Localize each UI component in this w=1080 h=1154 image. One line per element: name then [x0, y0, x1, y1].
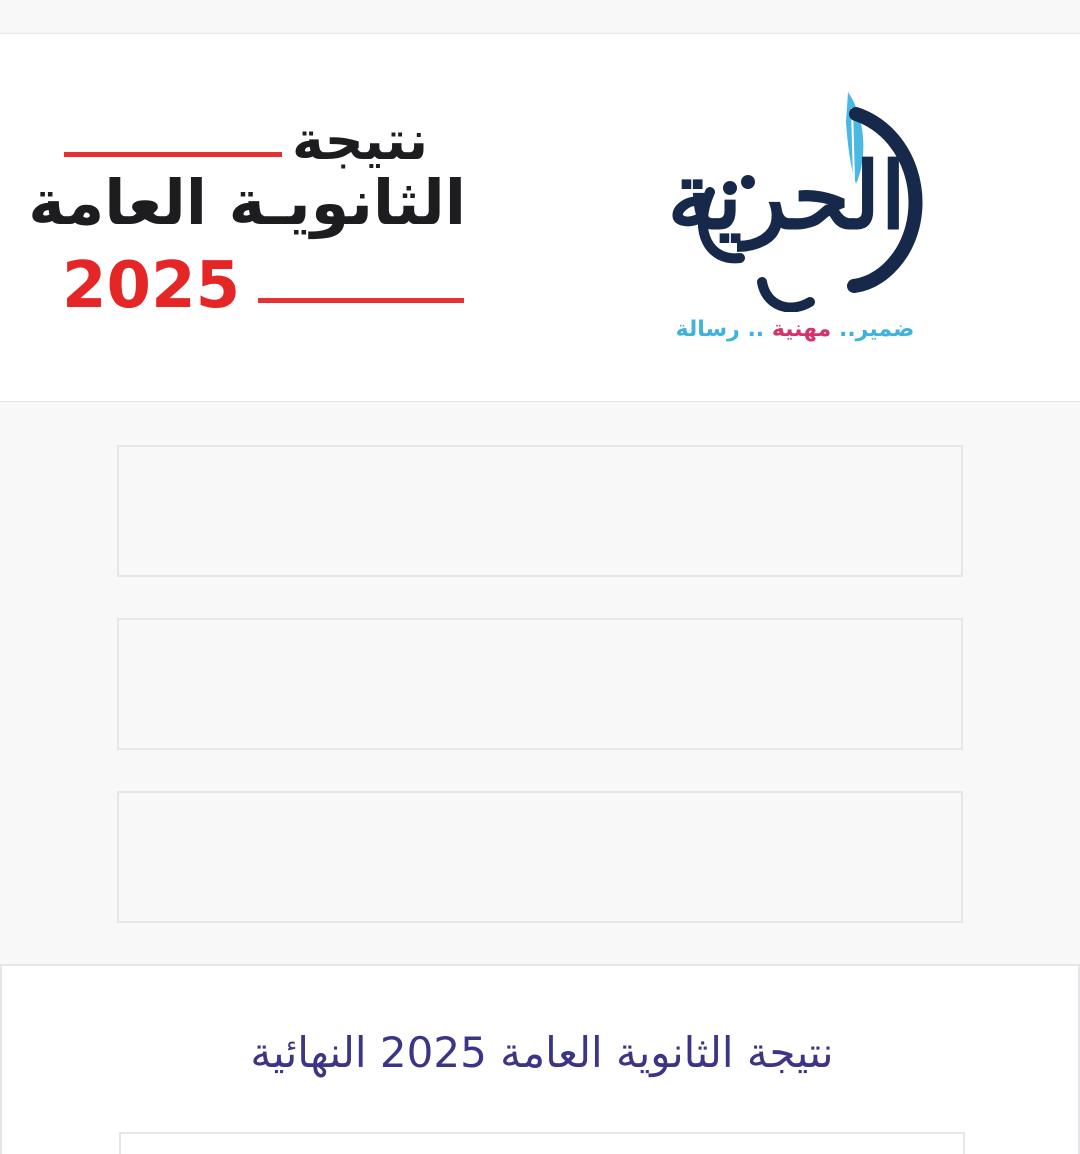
card-title: نتيجة الثانوية العامة 2025 النهائية: [250, 1028, 834, 1077]
red-rule-bottom: [258, 298, 464, 303]
tagline-part-3: .. رسالة: [675, 317, 765, 342]
tagline-part-1: ضمير..: [838, 317, 915, 342]
ad-placeholder-3: [117, 791, 963, 923]
results-promo-logo[interactable]: نتيجة الثانويـة العامة 2025: [28, 109, 470, 319]
brand-wordmark: الحرية: [667, 142, 906, 250]
brand-tagline: ضمير.. مهنية .. رسالة: [670, 317, 920, 342]
promo-line-2: الثانويـة العامة: [28, 166, 466, 239]
brand-logo[interactable]: الحرية ضمير.. مهنية .. رسالة: [667, 62, 930, 362]
seat-number-input[interactable]: [119, 1132, 965, 1154]
site-header: نتيجة الثانويـة العامة 2025 الحرية ضمير.…: [0, 33, 1080, 402]
results-card: نتيجة الثانوية العامة 2025 النهائية: [0, 964, 1080, 1154]
red-rule-top: [64, 152, 282, 157]
tagline-part-2: مهنية: [771, 317, 832, 342]
page: نتيجة الثانويـة العامة 2025 الحرية ضمير.…: [0, 0, 1080, 1154]
promo-year: 2025: [62, 249, 241, 323]
ad-placeholder-2: [117, 618, 963, 750]
ad-placeholder-1: [117, 445, 963, 577]
promo-line-1: نتيجة: [292, 109, 429, 172]
